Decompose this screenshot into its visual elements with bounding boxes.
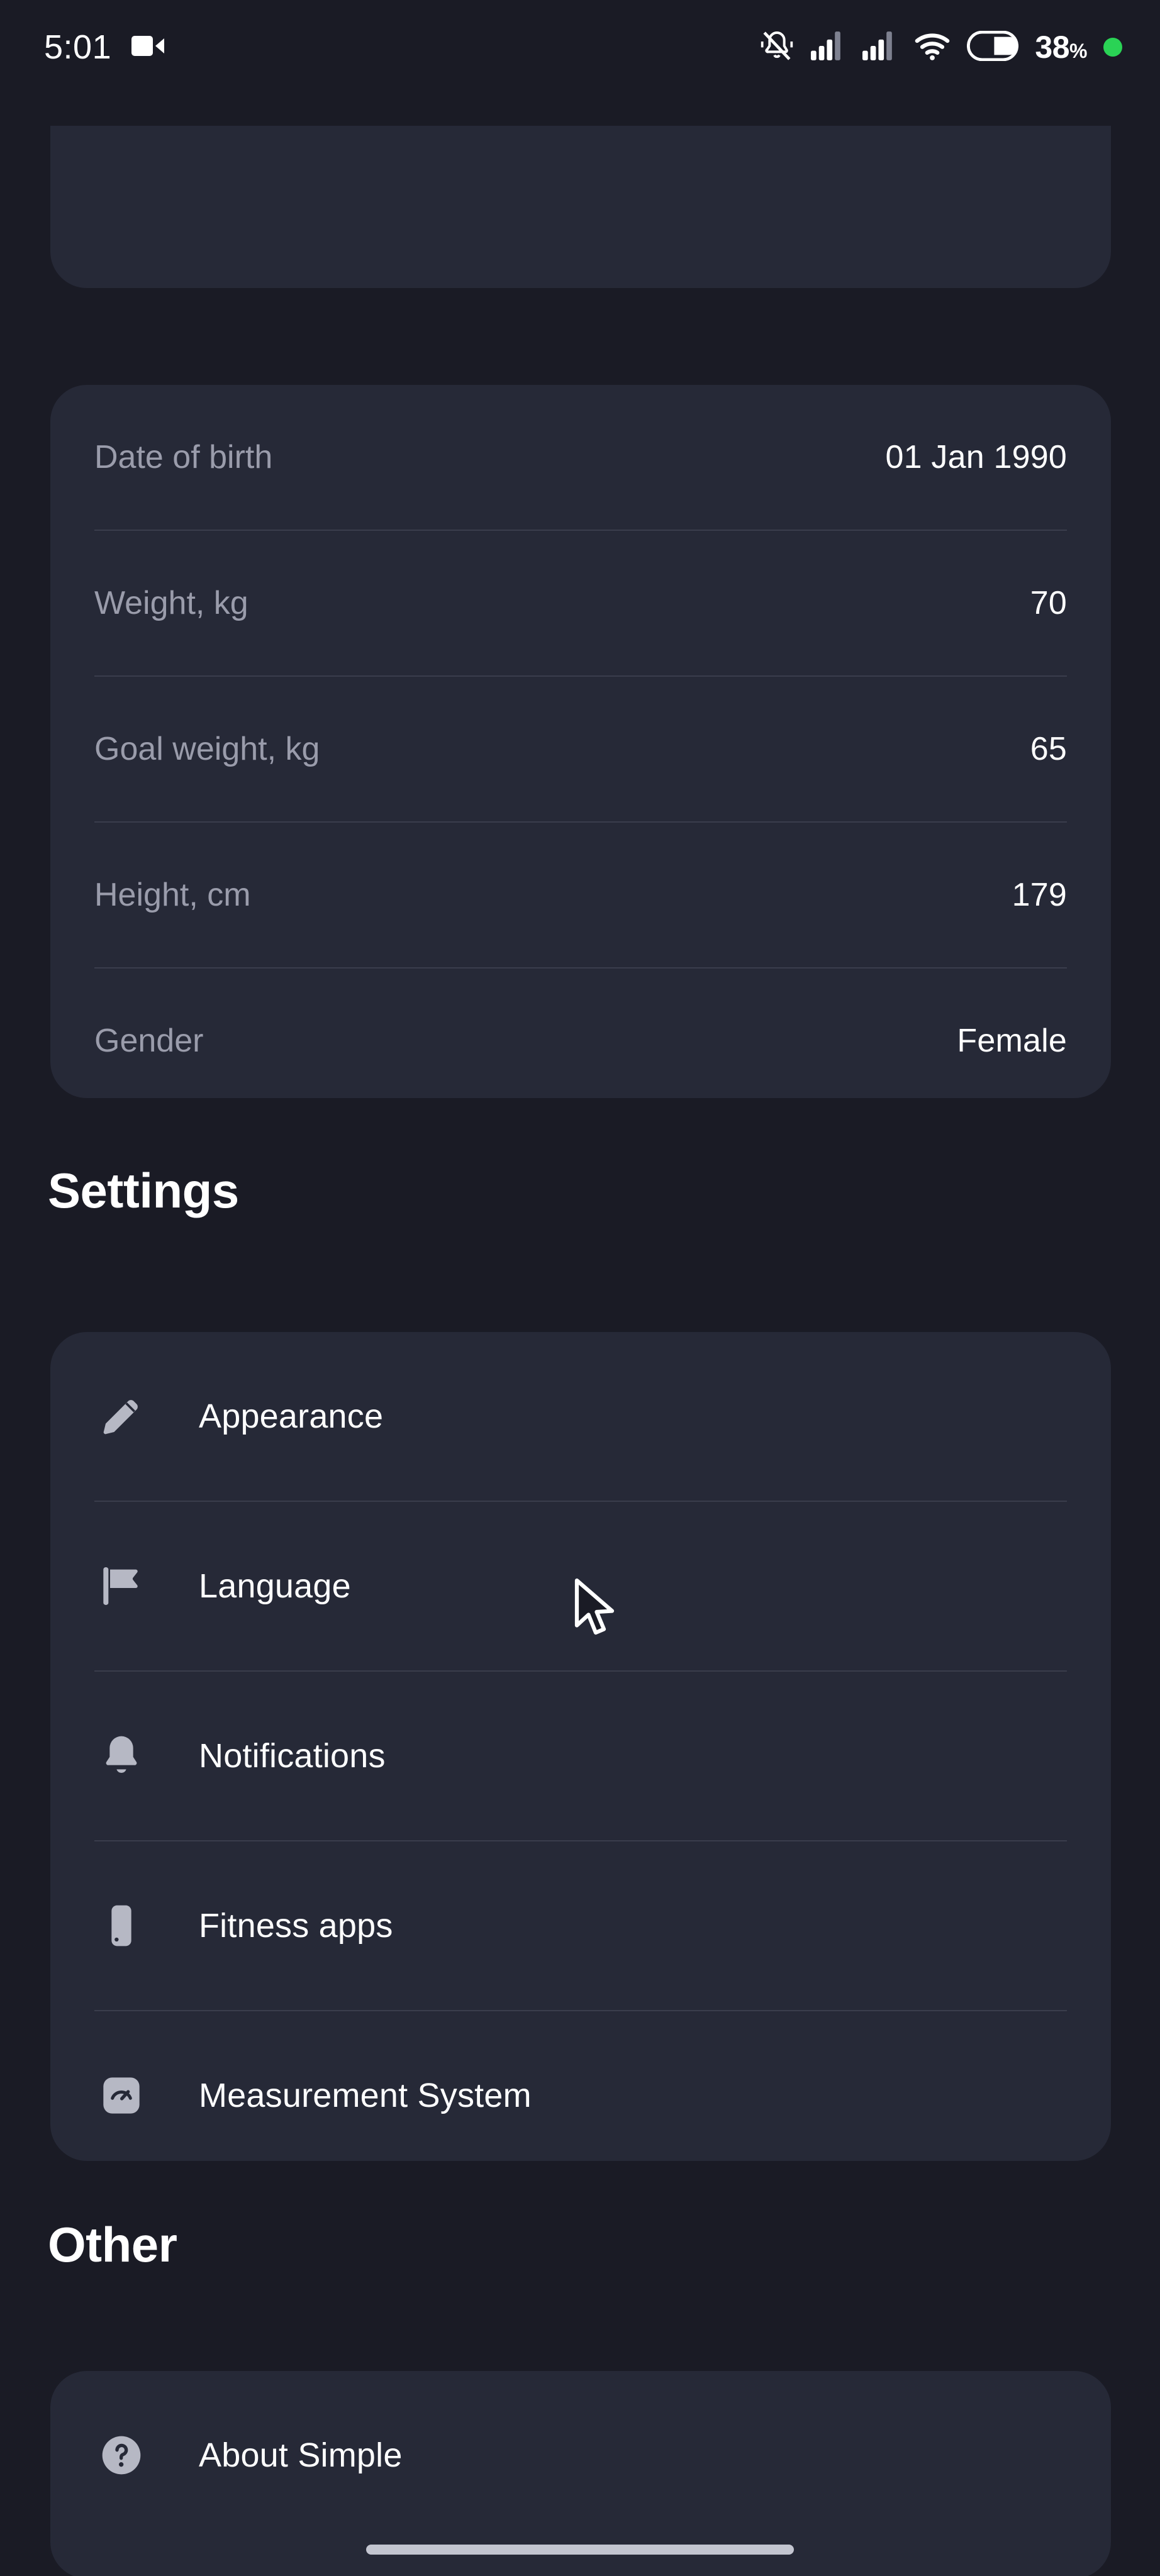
bell-muted-icon — [759, 28, 795, 67]
other-item-label: About Simple — [199, 2436, 403, 2474]
phone-screen: 5:01 38% Date of birth 01 Jan 1990 Weigh… — [0, 0, 1160, 2576]
status-bar-right: 38% — [759, 28, 1122, 67]
profile-row-date-of-birth[interactable]: Date of birth 01 Jan 1990 — [50, 385, 1111, 530]
signal-bars-icon — [811, 31, 846, 64]
row-label: Weight, kg — [94, 585, 248, 621]
scale-icon — [94, 2068, 148, 2123]
video-camera-icon — [131, 33, 165, 62]
phone-icon — [94, 1899, 148, 1953]
profile-row-weight[interactable]: Weight, kg 70 — [50, 531, 1111, 675]
partial-card-above[interactable]: y — [50, 126, 1111, 288]
question-circle-icon — [94, 2428, 148, 2482]
status-bar: 5:01 38% — [0, 0, 1160, 94]
settings-item-measurement-system[interactable]: Measurement System — [50, 2011, 1111, 2180]
settings-item-language[interactable]: Language — [50, 1502, 1111, 1670]
section-heading-other: Other — [48, 2217, 177, 2272]
row-label: Date of birth — [94, 439, 273, 475]
signal-bars-icon — [862, 31, 898, 64]
profile-row-height[interactable]: Height, cm 179 — [50, 823, 1111, 967]
status-bar-left: 5:01 — [44, 28, 165, 67]
row-value: 70 — [1030, 585, 1067, 621]
settings-item-label: Language — [199, 1567, 351, 1605]
row-value: 01 Jan 1990 — [885, 439, 1067, 475]
other-item-about-simple[interactable]: About Simple — [50, 2371, 1111, 2540]
settings-card: Appearance Language Notifications Fitnes… — [50, 1332, 1111, 2161]
settings-item-label: Measurement System — [199, 2077, 532, 2114]
row-value: Female — [957, 1023, 1067, 1059]
battery-icon — [967, 30, 1019, 64]
home-indicator[interactable] — [366, 2545, 794, 2555]
settings-item-notifications[interactable]: Notifications — [50, 1672, 1111, 1840]
profile-info-card: Date of birth 01 Jan 1990 Weight, kg 70 … — [50, 385, 1111, 1098]
battery-percent: 38% — [1035, 30, 1087, 65]
row-label: Gender — [94, 1023, 204, 1059]
bell-icon — [94, 1729, 148, 1783]
pencil-icon — [94, 1389, 148, 1443]
row-value: 65 — [1030, 731, 1067, 767]
wifi-icon — [914, 31, 951, 64]
profile-row-goal-weight[interactable]: Goal weight, kg 65 — [50, 677, 1111, 821]
settings-item-label: Fitness apps — [199, 1907, 393, 1945]
settings-item-label: Notifications — [199, 1737, 386, 1775]
settings-item-appearance[interactable]: Appearance — [50, 1332, 1111, 1501]
settings-item-label: Appearance — [199, 1397, 384, 1435]
row-value: 179 — [1012, 877, 1067, 913]
recording-dot-icon — [1103, 38, 1122, 57]
status-time: 5:01 — [44, 28, 112, 66]
profile-row-gender[interactable]: Gender Female — [50, 969, 1111, 1113]
settings-item-fitness-apps[interactable]: Fitness apps — [50, 1841, 1111, 2010]
section-heading-settings: Settings — [48, 1163, 239, 1218]
row-label: Height, cm — [94, 877, 251, 913]
row-label: Goal weight, kg — [94, 731, 320, 767]
flag-icon — [94, 1559, 148, 1613]
